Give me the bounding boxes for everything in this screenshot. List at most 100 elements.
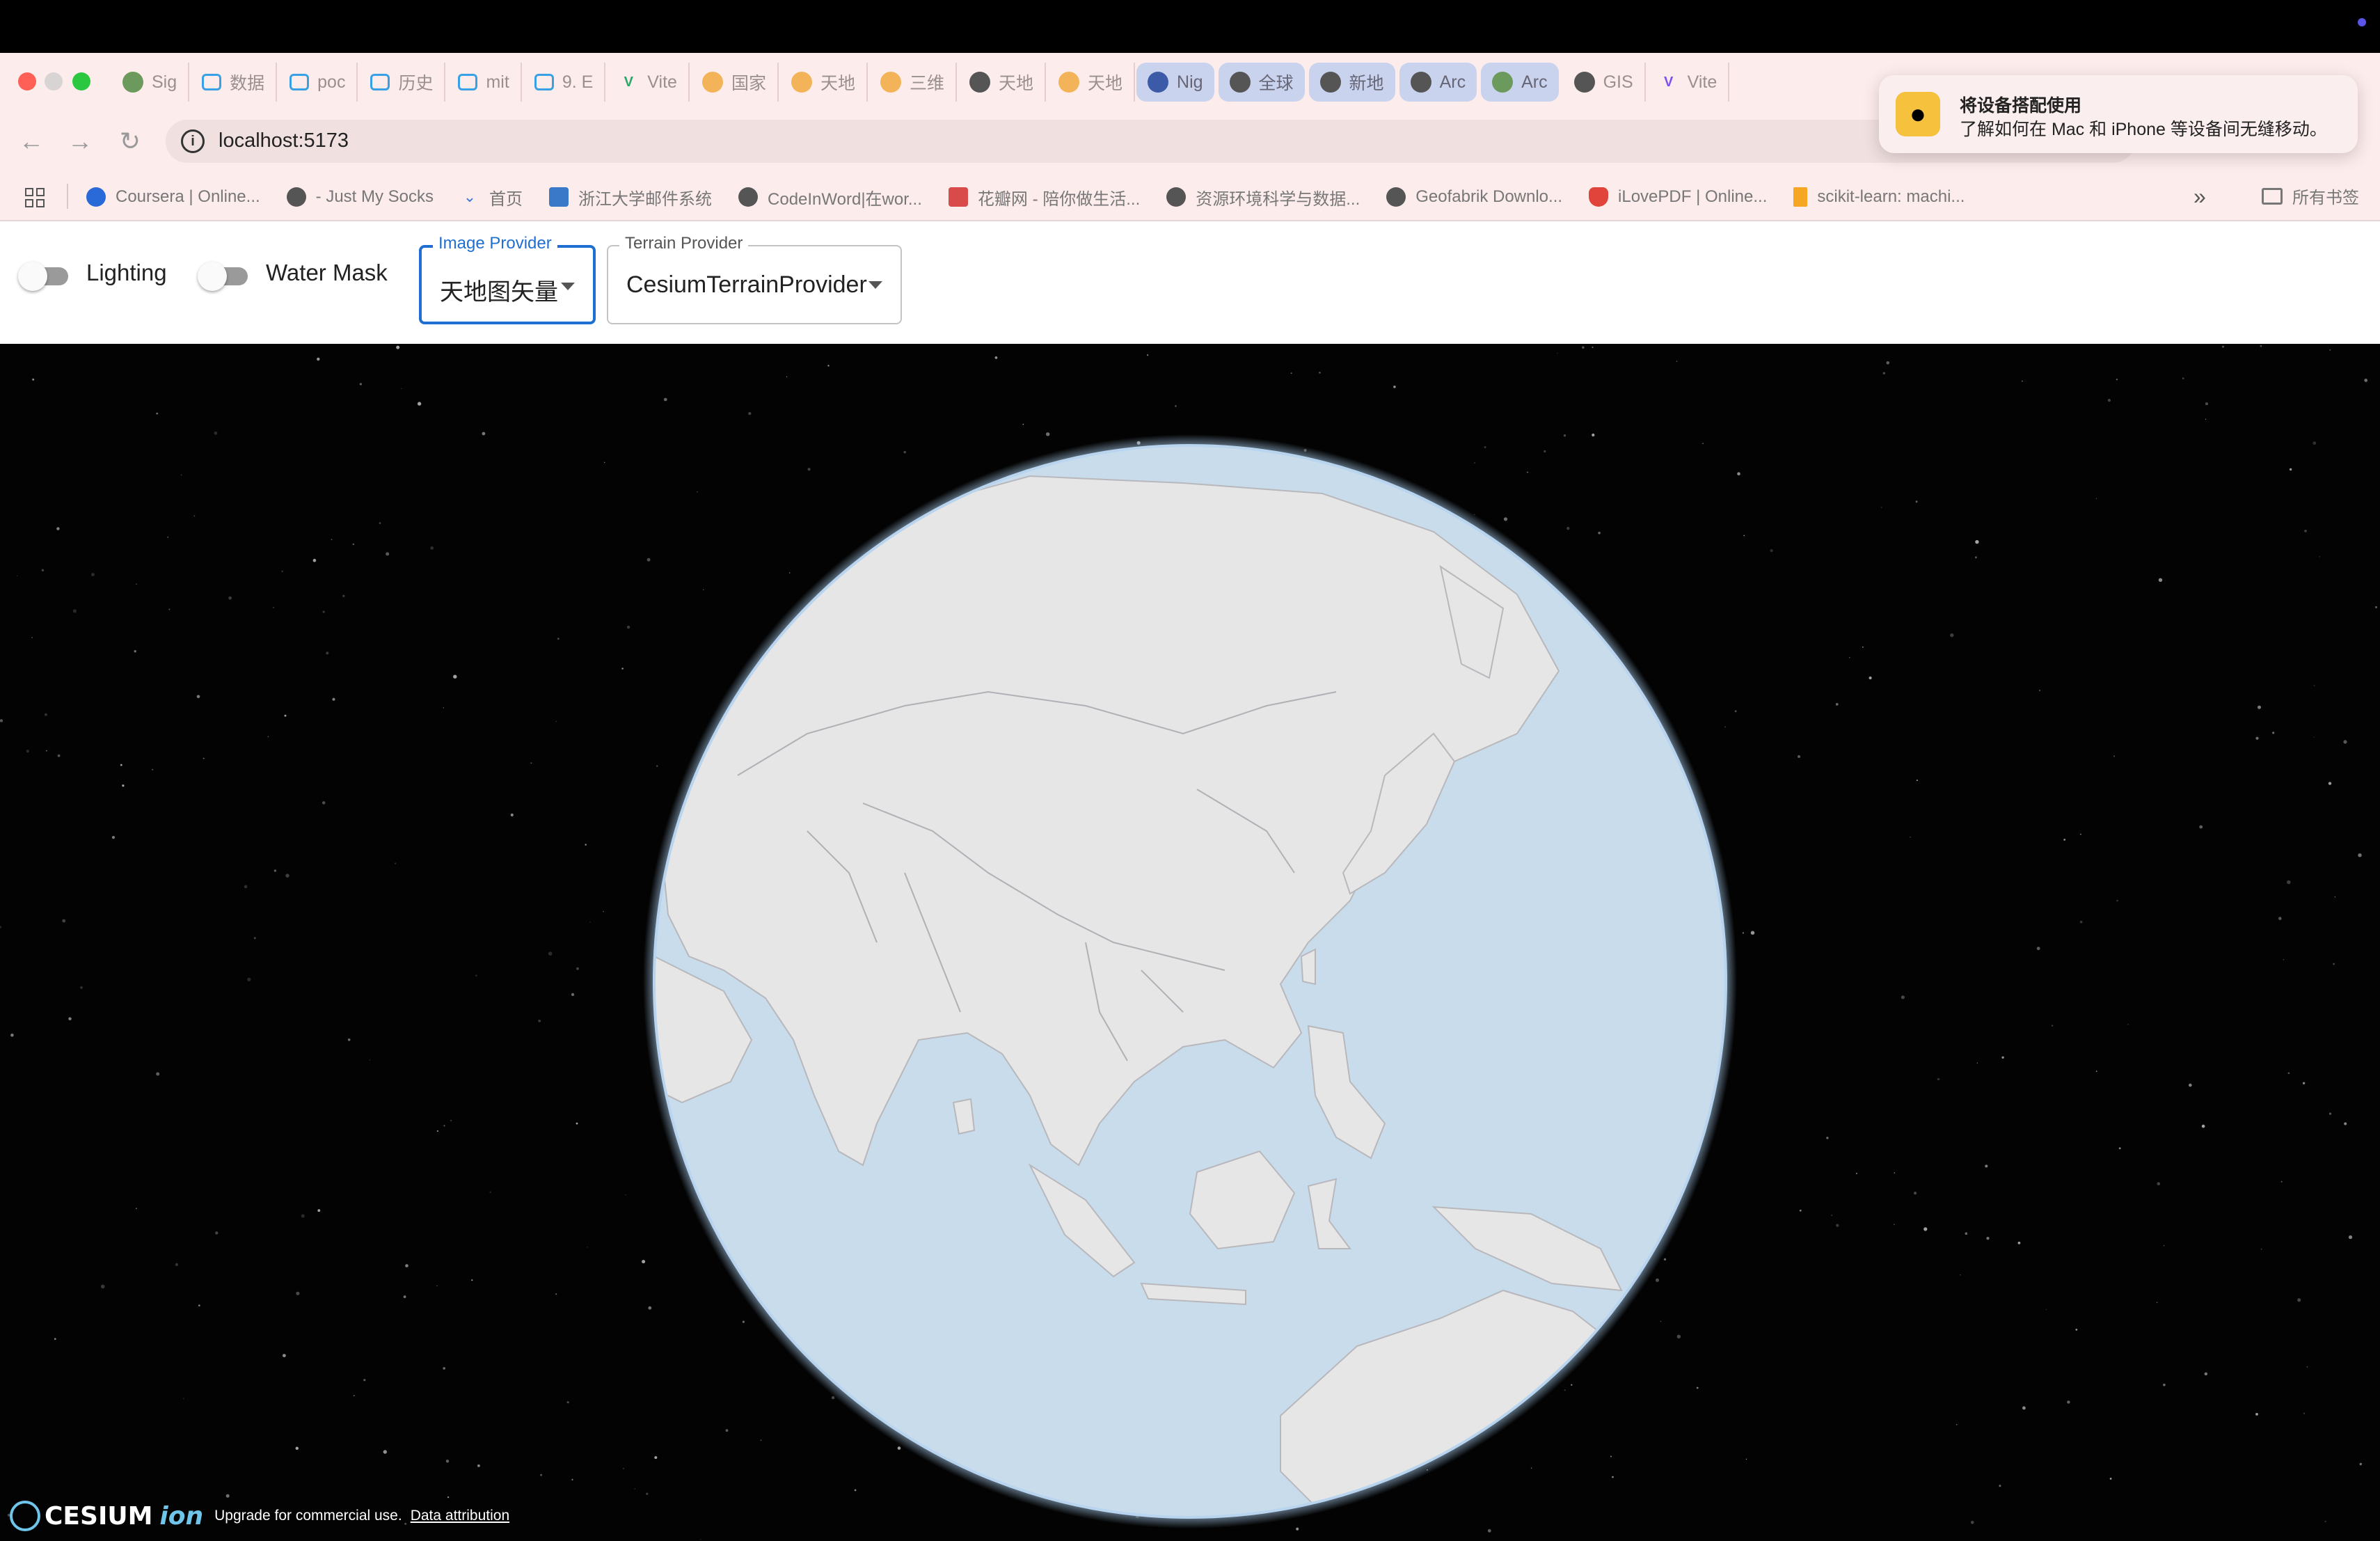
browser-tab[interactable]: 新地	[1308, 63, 1395, 102]
star	[359, 383, 363, 386]
browser-tab[interactable]: Arc	[1399, 63, 1477, 102]
bilibili-icon	[289, 74, 310, 90]
more-bookmarks-button[interactable]: »	[2193, 184, 2206, 210]
tab-label: 三维	[909, 74, 944, 93]
close-window-button[interactable]	[18, 72, 36, 90]
star	[2289, 468, 2292, 471]
cesium-viewer[interactable]: CESIUM ion Upgrade for commercial use. D…	[0, 344, 2380, 1541]
browser-tab[interactable]: GIS	[1563, 63, 1646, 102]
star	[253, 937, 256, 940]
terrain-provider-legend: Terrain Provider	[619, 234, 749, 253]
minimize-window-button[interactable]	[45, 72, 63, 90]
star	[1950, 633, 1954, 638]
browser-tab[interactable]: Nig	[1136, 63, 1214, 102]
browser-tab[interactable]: 历史	[359, 63, 446, 102]
star	[72, 609, 77, 613]
system-notification[interactable]: ● 将设备搭配使用 了解如何在 Mac 和 iPhone 等设备间无缝移动。	[1879, 75, 2358, 153]
browser-tab[interactable]: mit	[447, 63, 522, 102]
star	[1592, 433, 1595, 437]
forward-icon[interactable]: →	[64, 125, 96, 157]
address-bar[interactable]: i localhost:5173	[166, 120, 2135, 163]
browser-tab[interactable]: 三维	[869, 63, 957, 102]
bookmark-item[interactable]: iLovePDF | Online...	[1589, 187, 1767, 207]
star	[1955, 1423, 1958, 1425]
star	[1985, 1164, 1988, 1168]
star	[353, 1395, 355, 1397]
bookmark-item[interactable]: Geofabrik Downlo...	[1386, 187, 1562, 207]
star	[903, 450, 906, 454]
bookmark-item[interactable]: scikit-learn: machi...	[1793, 187, 1965, 207]
star	[317, 357, 320, 361]
star	[2280, 1180, 2283, 1183]
lighting-switch[interactable]	[18, 258, 71, 291]
browser-tab[interactable]: 天地	[1047, 63, 1136, 102]
data-attribution-link[interactable]: Data attribution	[411, 1508, 509, 1524]
cesium-ion-logo[interactable]: CESIUM ion	[10, 1501, 203, 1531]
star	[2156, 1302, 2158, 1304]
star	[214, 431, 218, 435]
browser-tab[interactable]: Sig	[111, 63, 190, 102]
site-info-icon[interactable]: i	[181, 129, 205, 153]
reload-icon[interactable]: ↻	[114, 125, 146, 157]
star	[571, 993, 575, 996]
star	[1147, 354, 1149, 356]
lighting-toggle[interactable]: Lighting	[18, 258, 167, 291]
image-provider-select[interactable]: Image Provider 天地图矢量	[419, 234, 596, 324]
star	[1582, 346, 1585, 349]
bookmark-item[interactable]: CodeInWord|在wor...	[738, 185, 922, 210]
browser-tab[interactable]: 数据	[191, 63, 278, 102]
tab-label: 9. E	[562, 72, 594, 92]
bookmark-favicon-icon	[948, 187, 968, 207]
star	[267, 736, 269, 738]
terrain-provider-select[interactable]: Terrain Provider CesiumTerrainProvider	[607, 234, 902, 324]
star	[1999, 1485, 2001, 1487]
browser-tab[interactable]: V Vite	[1647, 63, 1730, 102]
bookmark-label: Geofabrik Downlo...	[1415, 187, 1563, 206]
browser-tab[interactable]: 全球	[1218, 63, 1305, 102]
star	[2222, 345, 2224, 348]
star	[566, 1401, 569, 1404]
star	[2158, 578, 2163, 582]
star	[443, 707, 444, 709]
browser-tab[interactable]: 国家	[691, 63, 779, 102]
star	[748, 412, 752, 416]
browser-tab[interactable]: 天地	[780, 63, 868, 102]
star	[62, 919, 66, 923]
back-icon[interactable]: ←	[15, 125, 47, 157]
star	[0, 719, 3, 722]
browser-tab[interactable]: V Vite	[607, 63, 690, 102]
all-bookmarks-button[interactable]: 所有书签	[2262, 184, 2359, 208]
browser-tab[interactable]: 天地	[958, 63, 1046, 102]
tab-label: GIS	[1603, 72, 1633, 92]
water-mask-switch[interactable]	[198, 258, 251, 291]
star	[1743, 535, 1745, 537]
bookmark-item[interactable]: Coursera | Online...	[86, 187, 260, 207]
tab-label: Vite	[647, 72, 677, 92]
browser-tab[interactable]: poc	[278, 63, 358, 102]
maximize-window-button[interactable]	[72, 72, 90, 90]
macos-top-bar	[0, 0, 2380, 53]
star	[363, 1379, 366, 1382]
image-provider-value: 天地图矢量	[440, 279, 558, 306]
upgrade-text: Upgrade for commercial use.	[214, 1508, 402, 1524]
star	[2306, 1366, 2308, 1368]
bookmark-item[interactable]: 花瓣网 - 陪你做生活...	[948, 185, 1141, 210]
star	[443, 1125, 445, 1127]
browser-tab[interactable]: Arc	[1481, 63, 1559, 102]
bookmark-favicon-icon	[86, 187, 106, 207]
bookmark-item[interactable]: 浙江大学邮件系统	[549, 185, 712, 210]
star	[994, 356, 998, 359]
bookmark-item[interactable]: - Just My Socks	[286, 187, 434, 207]
star	[1290, 372, 1292, 374]
star	[56, 527, 60, 530]
bookmark-item[interactable]: ⌄ 首页	[460, 185, 523, 210]
water-mask-toggle[interactable]: Water Mask	[198, 258, 388, 291]
bookmark-label: 花瓣网 - 陪你做生活...	[977, 189, 1141, 209]
address-text: localhost:5173	[219, 129, 349, 152]
star	[2329, 1112, 2332, 1115]
apps-grid-icon[interactable]	[25, 188, 46, 209]
globe-canvas[interactable]	[0, 344, 2380, 1541]
water-mask-label: Water Mask	[266, 260, 388, 285]
bookmark-item[interactable]: 资源环境科学与数据...	[1166, 185, 1360, 210]
browser-tab[interactable]: 9. E	[523, 63, 606, 102]
